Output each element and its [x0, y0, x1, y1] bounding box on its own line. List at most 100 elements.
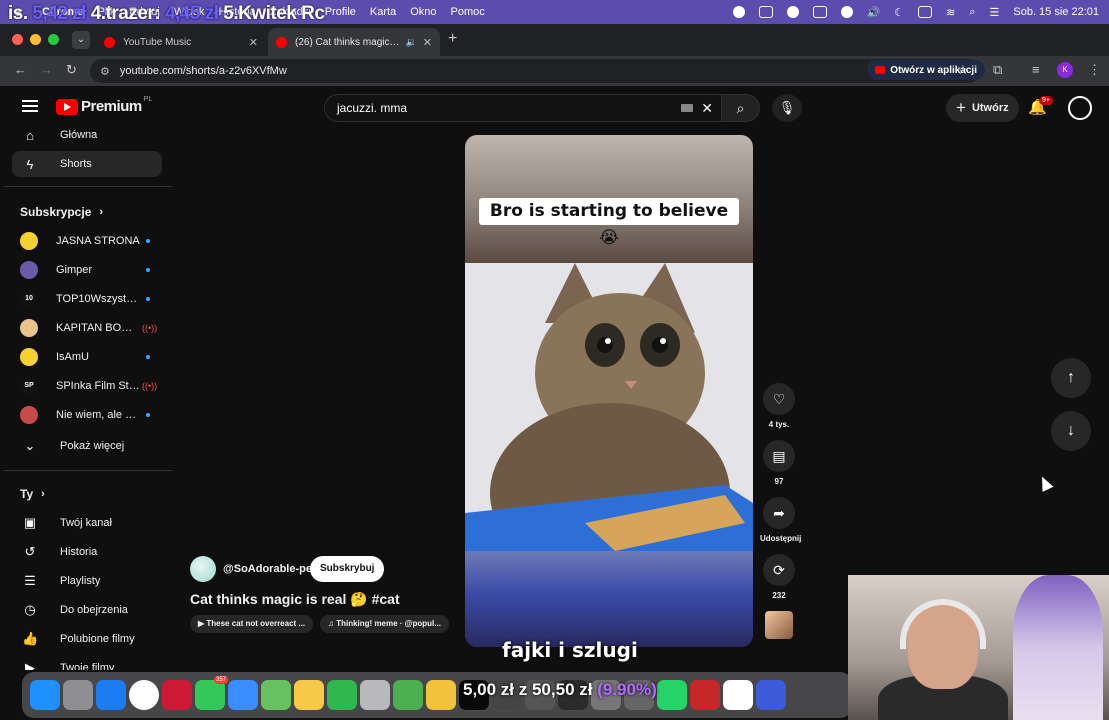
facetime-icon[interactable]	[327, 680, 357, 710]
tab-active-short[interactable]: (26) Cat thinks magic is real 🔉 ✕	[268, 28, 440, 56]
close-tab-icon[interactable]: ✕	[423, 36, 432, 49]
channel-avatar[interactable]	[190, 556, 216, 582]
browser-menu-icon[interactable]: ⋮	[1088, 62, 1101, 78]
remix-action[interactable]: ⟳ 232	[760, 554, 798, 600]
subscription-item[interactable]: IsAmU	[12, 344, 162, 370]
related-video-chip[interactable]: ▶ These cat not overreact ...	[190, 615, 314, 633]
like-action[interactable]: ♡ 4 tys.	[760, 383, 798, 429]
status-app-icon[interactable]	[732, 6, 745, 18]
mail-icon[interactable]	[228, 680, 258, 710]
tab-search-chevron-icon[interactable]: ⌄	[72, 31, 90, 49]
sidebar-item-liked-videos[interactable]: 👍 Polubione filmy	[12, 626, 162, 652]
menu-bookmarks[interactable]: Zakładki	[270, 6, 311, 18]
moon-icon[interactable]: ☾	[894, 6, 904, 19]
you-heading[interactable]: Ty ›	[20, 487, 45, 501]
remix-icon[interactable]: ⟳	[763, 554, 795, 586]
comments-action[interactable]: ▤ 97	[760, 440, 798, 486]
finder-icon[interactable]	[30, 680, 60, 710]
messages-icon[interactable]: 357	[195, 676, 228, 710]
subscription-item[interactable]: SP SPInka Film Stud... ((•))	[12, 373, 162, 399]
menu-history[interactable]: Historia	[218, 6, 255, 18]
search-button[interactable]: ⌕	[722, 94, 760, 122]
site-info-icon[interactable]: ⚙	[100, 65, 110, 78]
show-more-button[interactable]: ⌄ Pokaż więcej	[12, 433, 162, 459]
bookmark-star-icon[interactable]: ☆	[957, 62, 969, 78]
subscriptions-heading[interactable]: Subskrypcje ›	[20, 205, 103, 219]
opera-icon[interactable]	[162, 680, 192, 710]
subscribe-button[interactable]: Subskrybuj	[310, 556, 385, 582]
heart-icon[interactable]: ♡	[763, 383, 795, 415]
new-tab-plus-icon[interactable]: +	[448, 30, 457, 48]
sidebar-item-your-videos[interactable]: ▶ Twoje filmy	[12, 655, 162, 670]
menu-view[interactable]: Widok	[174, 6, 205, 18]
short-title[interactable]: Cat thinks magic is real 🤔 #cat	[190, 591, 400, 608]
subscription-item[interactable]: Gimper	[12, 257, 162, 283]
sidebar-item-shorts[interactable]: ϟ Shorts	[12, 151, 162, 177]
back-arrow-icon[interactable]: ←	[14, 62, 27, 77]
safari-icon[interactable]	[96, 680, 126, 710]
notes-icon[interactable]	[426, 680, 456, 710]
sidebar-item-your-channel[interactable]: ▣ Twój kanał	[12, 510, 162, 536]
menu-profiles[interactable]: Profile	[325, 6, 356, 18]
tab-audio-speaker-icon[interactable]: 🔉	[406, 37, 417, 48]
chrome-icon[interactable]	[129, 680, 159, 710]
sound-chip[interactable]: ♫ Thinking! meme · @popul...	[320, 615, 449, 633]
photos-icon[interactable]	[294, 680, 324, 710]
volume-icon[interactable]: 🔊	[867, 6, 881, 19]
keyboard-icon[interactable]	[681, 104, 693, 112]
create-button[interactable]: + Utwórz	[946, 94, 1019, 122]
numbers-icon[interactable]	[393, 680, 423, 710]
menu-window[interactable]: Okno	[410, 6, 436, 18]
subscription-item[interactable]: KAPITAN BOMB... ((•))	[12, 315, 162, 341]
launchpad-icon[interactable]	[63, 680, 93, 710]
extensions-puzzle-icon[interactable]: ⧉	[993, 62, 1002, 78]
minimize-window-button[interactable]	[30, 34, 41, 45]
close-window-button[interactable]	[12, 34, 23, 45]
subscription-item[interactable]: JASNA STRONA	[12, 228, 162, 254]
wifi-icon[interactable]: ≋	[946, 6, 955, 19]
youtube-premium-logo[interactable]: Premium PL	[56, 96, 152, 115]
account-avatar[interactable]	[1068, 96, 1092, 120]
profile-avatar[interactable]: K	[1057, 62, 1073, 78]
chatgpt-icon[interactable]	[723, 680, 753, 710]
clear-search-icon[interactable]: ✕	[701, 100, 713, 117]
maps-icon[interactable]	[261, 680, 291, 710]
subscription-item[interactable]: Nie wiem, ale się...	[12, 402, 162, 428]
spotlight-search-icon[interactable]: ⌕	[969, 6, 975, 19]
share-arrow-icon[interactable]: ➦	[763, 497, 795, 529]
address-bar[interactable]: ⚙ youtube.com/shorts/a-z2v6XVfMw	[90, 59, 980, 83]
record-icon[interactable]	[840, 6, 853, 18]
comment-icon[interactable]: ▤	[763, 440, 795, 472]
hamburger-menu-icon[interactable]	[22, 100, 38, 112]
previous-short-button[interactable]: ↑	[1051, 358, 1091, 398]
search-input[interactable]: jacuzzi. mma ✕	[324, 94, 722, 122]
mirroring-icon[interactable]	[812, 6, 827, 18]
channel-handle[interactable]: @SoAdorable-pet	[223, 563, 316, 575]
app-icon[interactable]	[690, 680, 720, 710]
menu-bar-clock[interactable]: Sob. 15 sie 22:01	[1013, 6, 1099, 18]
subscription-item[interactable]: 10 TOP10Wszystkie...	[12, 286, 162, 312]
media-controls-icon[interactable]: ≡	[1032, 62, 1040, 77]
screen-record-icon[interactable]	[758, 6, 773, 18]
close-tab-icon[interactable]: ✕	[249, 36, 258, 49]
forward-arrow-icon[interactable]: →	[40, 62, 53, 77]
voice-search-button[interactable]: 🎙	[772, 94, 802, 122]
contacts-icon[interactable]	[360, 680, 390, 710]
tab-youtube-music[interactable]: YouTube Music ✕	[96, 28, 266, 56]
sidebar-item-history[interactable]: ↺ Historia	[12, 539, 162, 565]
next-short-button[interactable]: ↓	[1051, 411, 1091, 451]
menu-edit[interactable]: Edytuj	[129, 6, 160, 18]
short-video-player[interactable]: Bro is starting to believe 😭	[465, 135, 753, 647]
control-center-icon[interactable]: ☰	[990, 6, 1000, 19]
sidebar-item-home[interactable]: ⌂ Główna	[12, 124, 162, 148]
apple-menu-icon[interactable]: ●	[8, 5, 28, 20]
menu-tab[interactable]: Karta	[370, 6, 396, 18]
sidebar-item-playlists[interactable]: ☰ Playlisty	[12, 568, 162, 594]
battery-icon[interactable]	[918, 6, 933, 18]
menu-chrome[interactable]: Chrome	[42, 6, 84, 18]
zoom-window-button[interactable]	[48, 34, 59, 45]
app-icon[interactable]	[756, 680, 786, 710]
menu-file[interactable]: Plik	[98, 6, 116, 18]
sidebar-item-watch-later[interactable]: ◷ Do obejrzenia	[12, 597, 162, 623]
menu-help[interactable]: Pomoc	[450, 6, 484, 18]
